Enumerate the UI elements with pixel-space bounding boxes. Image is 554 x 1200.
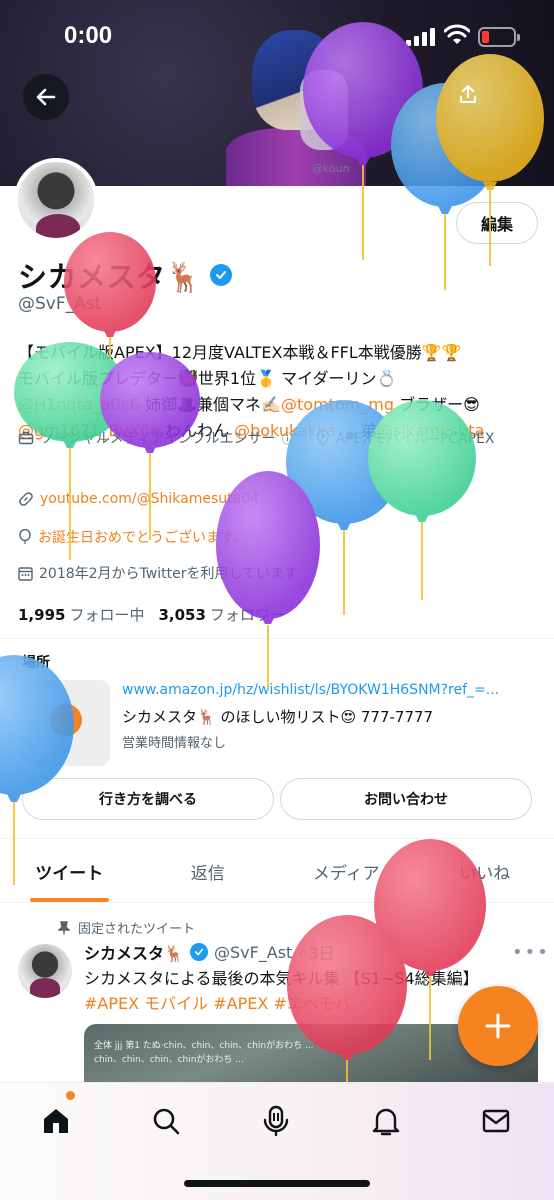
tweet-header: シカメスタ🦌 @SvF_Ast · 3日 xyxy=(84,940,335,964)
status-time: 0:00 xyxy=(64,22,113,49)
banner-watermark: @koun xyxy=(312,162,350,175)
follow-counts: 1,995 フォロー中 3,053 フォロワー xyxy=(18,604,285,625)
shop-hours: 営業時間情報なし xyxy=(122,736,227,751)
get-directions-button[interactable]: 行き方を調べる xyxy=(22,778,274,820)
share-button[interactable] xyxy=(448,74,488,114)
profile-joined: 2018年2月からTwitterを利用しています xyxy=(39,566,299,582)
home-indicator xyxy=(184,1180,370,1187)
bio-line: 【モバイル版APEX】12月度VALTEX本戦＆FFL本戦優勝🏆🏆 xyxy=(18,343,462,362)
pinned-label-text: 固定されたツイート xyxy=(78,922,196,937)
tweet-timestamp[interactable]: · 3日 xyxy=(298,940,334,964)
profile-handle: @SvF_Ast xyxy=(18,294,102,314)
map-pin-icon xyxy=(50,704,82,736)
contact-button[interactable]: お問い合わせ xyxy=(280,778,532,820)
home-icon xyxy=(44,1109,68,1133)
cell-signal-icon xyxy=(406,26,435,46)
hashtag-link[interactable]: #エペモバ xyxy=(273,994,350,1013)
verified-badge-icon xyxy=(189,943,208,961)
following-label: フォロー中 xyxy=(69,606,145,624)
nav-spaces[interactable] xyxy=(256,1101,296,1141)
link-icon xyxy=(19,492,33,506)
pinned-tweet-label: 固定されたツイート xyxy=(58,918,195,937)
bio-line: @H1nqta_a0k6 姉御🎩兼個マネ✍🏻@tomtom_mg ブラザー😎 xyxy=(18,392,538,418)
bio-line: モバイル版プレデター👹世界1位🥇 マイダーリン💍 xyxy=(18,369,397,388)
profile-url-link[interactable]: youtube.com/@Shikamesuta04... xyxy=(40,491,272,507)
divider xyxy=(0,838,554,839)
plus-icon xyxy=(485,1013,511,1039)
media-chat-line: chin、chin、chin、chinがおわち ... xyxy=(94,1055,244,1065)
tweet-author-name[interactable]: シカメスタ🦌 xyxy=(84,940,184,964)
balloon-icon xyxy=(19,529,31,544)
calendar-icon xyxy=(18,566,33,581)
profile-tabs: ツイート 返信 メディア いいね xyxy=(0,840,554,902)
profile-location: APEXモバイル→PCAPEX xyxy=(335,431,495,447)
hashtag-link[interactable]: #APEX xyxy=(213,994,268,1013)
bell-icon xyxy=(372,1108,400,1136)
map-thumbnail[interactable] xyxy=(22,680,110,766)
profile-avatar[interactable] xyxy=(14,158,98,242)
profile-joined-row: 2018年2月からTwitterを利用しています xyxy=(18,563,298,583)
shop-url-link[interactable]: www.amazon.jp/hz/wishlist/ls/BYOKW1H6SNM… xyxy=(122,682,532,698)
shop-name: シカメスタ🦌 のほしい物リスト😍 777-7777 xyxy=(122,708,434,726)
followers-label: フォロワー xyxy=(209,606,285,624)
wifi-icon xyxy=(444,24,470,44)
pin-icon xyxy=(58,920,70,934)
verified-badge-icon[interactable] xyxy=(210,264,233,286)
profile-category: ソーシャルメディアインフルエンサー xyxy=(40,431,276,447)
tweet-avatar[interactable] xyxy=(18,944,72,998)
briefcase-icon xyxy=(18,431,34,445)
share-icon xyxy=(460,85,476,103)
profile-birthday: お誕生日おめでとうございます。 xyxy=(38,530,247,546)
info-icon[interactable]: ⓘ xyxy=(282,430,294,447)
tab-media[interactable]: メディア xyxy=(277,840,416,902)
display-name: シカメスタ🦌 xyxy=(18,260,203,294)
tab-likes[interactable]: いいね xyxy=(416,840,554,902)
following-link[interactable]: 1,995 フォロー中 xyxy=(18,604,144,625)
divider xyxy=(0,902,554,903)
profile-name-row: シカメスタ🦌 xyxy=(18,254,233,296)
following-count: 1,995 xyxy=(18,606,66,624)
edit-profile-button[interactable]: 編集 xyxy=(456,202,538,244)
bio-text: ブラザー😎 xyxy=(394,395,480,414)
nav-home[interactable] xyxy=(36,1101,76,1141)
search-icon xyxy=(153,1108,180,1135)
spaces-icon xyxy=(263,1105,289,1137)
tweet-author-handle: @SvF_Ast xyxy=(213,942,293,962)
compose-tweet-button[interactable] xyxy=(458,986,538,1066)
notification-dot xyxy=(66,1091,75,1100)
tab-replies[interactable]: 返信 xyxy=(139,840,278,902)
hashtag-link[interactable]: #APEX モバイル xyxy=(84,994,208,1013)
arrow-left-icon xyxy=(36,88,56,106)
battery-icon xyxy=(478,27,520,47)
followers-link[interactable]: 3,053 フォロワー xyxy=(158,604,284,625)
bio-text: 姉御🎩兼個マネ✍🏻 xyxy=(140,395,281,414)
location-pin-icon xyxy=(316,430,329,446)
location-section-label: 場所 xyxy=(22,655,50,671)
nav-messages[interactable] xyxy=(476,1101,516,1141)
bio-mention-link[interactable]: @H1nqta_a0k6 xyxy=(18,395,140,414)
banner-art-mask xyxy=(300,70,348,150)
media-chat-line: 全体 jjj 第1 たぬ·chin、chin、chin、chinがおわち ... xyxy=(94,1041,314,1051)
status-bar: 0:00 xyxy=(0,0,554,70)
tab-tweets[interactable]: ツイート xyxy=(0,840,139,902)
tweet-body: シカメスタによる最後の本気キル集 【S1~S4総集編】 xyxy=(84,969,479,988)
divider xyxy=(0,638,554,639)
nav-search[interactable] xyxy=(146,1101,186,1141)
back-button[interactable] xyxy=(23,74,69,120)
profile-url-row: youtube.com/@Shikamesuta04... xyxy=(18,491,272,507)
more-options-icon[interactable]: ••• xyxy=(512,942,550,963)
bio-mention-link[interactable]: @tomtom_mg xyxy=(281,395,394,414)
profile-birthday-row: お誕生日おめでとうございます。 xyxy=(18,527,247,547)
nav-notifications[interactable] xyxy=(366,1101,406,1141)
mail-icon xyxy=(482,1109,510,1133)
profile-category-row: ソーシャルメディアインフルエンサー ⓘ APEXモバイル→PCAPEX xyxy=(18,428,538,448)
followers-count: 3,053 xyxy=(158,606,206,624)
